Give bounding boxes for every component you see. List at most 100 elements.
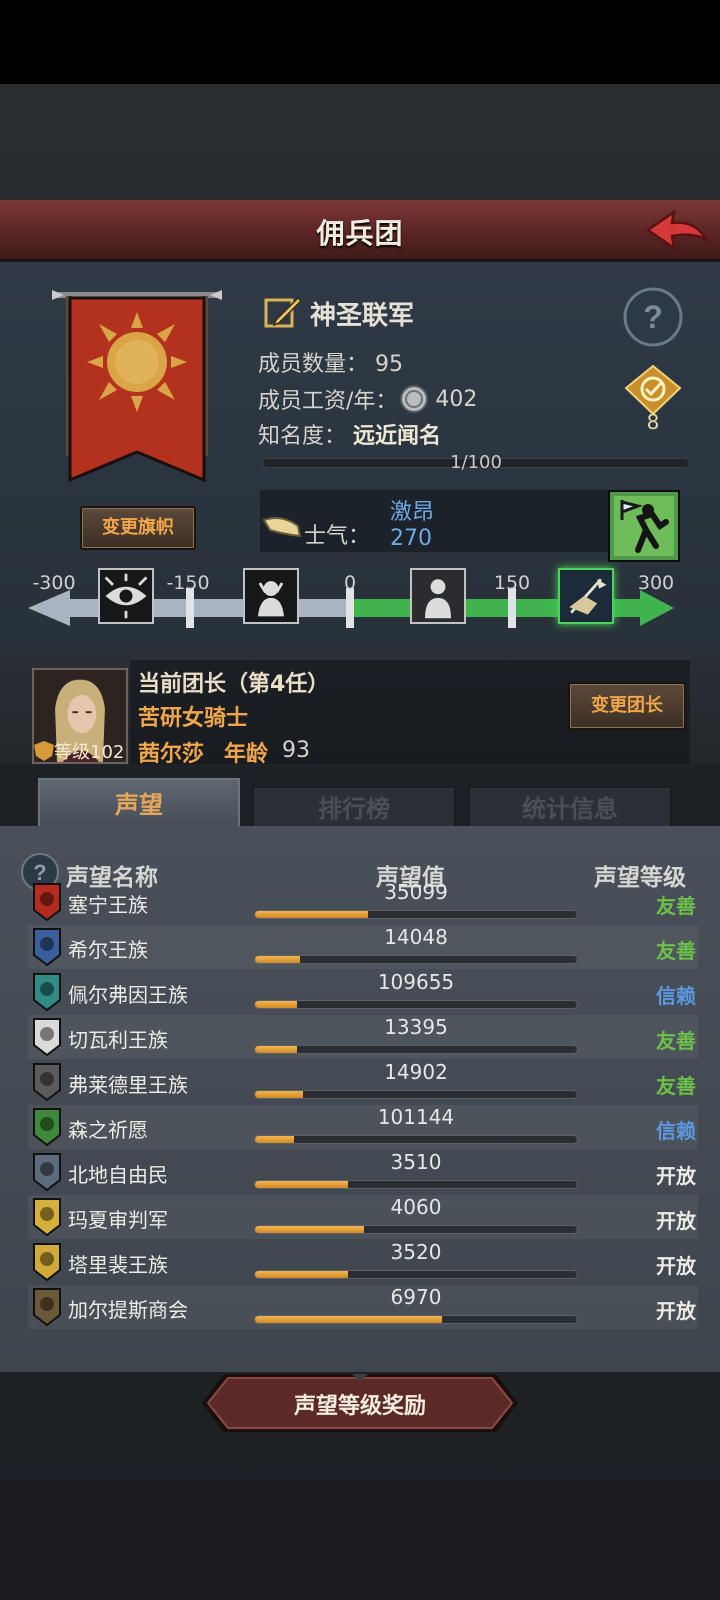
red-crest-icon bbox=[33, 883, 61, 922]
mask-crest-icon bbox=[33, 1063, 61, 1102]
reputation-row[interactable]: 弗莱德里王族 14902 友善 bbox=[28, 1060, 698, 1104]
members-value: 95 bbox=[375, 352, 404, 377]
faction-name: 弗莱德里王族 bbox=[68, 1073, 188, 1097]
reputation-level: 开放 bbox=[656, 1254, 696, 1278]
reputation-level: 信赖 bbox=[656, 984, 696, 1008]
level-shield-icon bbox=[34, 741, 54, 761]
reputation-value: 4060 bbox=[390, 1195, 442, 1219]
back-arrow-icon[interactable] bbox=[644, 206, 710, 256]
change-flag-button[interactable]: 变更旗帜 bbox=[80, 506, 196, 550]
moon-crest-icon bbox=[33, 973, 61, 1012]
reputation-progress-fill bbox=[255, 1046, 297, 1053]
reputation-row[interactable]: 加尔提斯商会 6970 开放 bbox=[28, 1285, 698, 1329]
reputation-row[interactable]: 森之祈愿 101144 信赖 bbox=[28, 1105, 698, 1149]
reputation-progress-fill bbox=[255, 1316, 442, 1323]
reputation-progress-bar bbox=[254, 1000, 578, 1009]
salary-label: 成员工资/年： bbox=[258, 389, 398, 414]
horns-crest-icon bbox=[33, 1153, 61, 1192]
tab-statistics[interactable]: 统计信息 bbox=[468, 786, 672, 828]
reputation-value: 13395 bbox=[384, 1015, 448, 1039]
tab-leaderboard[interactable]: 排行榜 bbox=[252, 786, 456, 828]
reputation-progress-bar bbox=[254, 955, 578, 964]
reputation-value: 14048 bbox=[384, 925, 448, 949]
reputation-progress-fill bbox=[255, 1271, 349, 1278]
cross-crest-icon bbox=[33, 1198, 61, 1237]
rename-pencil-icon[interactable] bbox=[264, 294, 302, 332]
morale-scale: -300 -150 0 150 300 bbox=[28, 568, 692, 646]
crown-crest-icon bbox=[33, 1243, 61, 1282]
rallying-soldier-icon[interactable] bbox=[558, 568, 614, 624]
rank-number: 8 bbox=[646, 410, 660, 434]
reputation-row[interactable]: 塞宁王族 35099 友善 bbox=[28, 880, 698, 924]
fame-row: 知名度： 远近闻名 bbox=[258, 418, 441, 450]
reputation-value: 3520 bbox=[390, 1240, 442, 1264]
faction-name: 切瓦利王族 bbox=[68, 1028, 168, 1052]
scale-tick-label: 0 bbox=[343, 572, 357, 594]
leader-level-text: 等级102 bbox=[54, 742, 125, 763]
reputation-value: 35099 bbox=[384, 880, 448, 904]
reputation-row[interactable]: 北地自由民 3510 开放 bbox=[28, 1150, 698, 1194]
reputation-progress-bar bbox=[254, 1045, 578, 1054]
morale-state: 激昂 bbox=[390, 500, 435, 525]
guild-name-row: 神圣联军 bbox=[264, 292, 414, 334]
fame-label: 知名度： bbox=[258, 424, 347, 449]
scale-tick-label: 300 bbox=[637, 572, 675, 594]
scale-tick-label: -150 bbox=[166, 572, 210, 594]
help-icon[interactable]: ? bbox=[622, 286, 684, 348]
silver-coin-icon bbox=[400, 385, 429, 413]
reward-button-label: 声望等级奖励 bbox=[293, 1394, 426, 1419]
leader-title: 当前团长（第4任） bbox=[138, 672, 330, 697]
tree-crest-icon bbox=[33, 1108, 61, 1147]
faction-name: 塔里裴王族 bbox=[68, 1253, 168, 1277]
morale-value: 270 bbox=[390, 526, 432, 551]
svg-text:?: ? bbox=[643, 299, 663, 335]
change-leader-button[interactable]: 变更团长 bbox=[568, 682, 686, 730]
guild-banner-flag bbox=[52, 290, 222, 483]
reputation-level: 开放 bbox=[656, 1209, 696, 1233]
scale-tick-label: 150 bbox=[493, 572, 531, 594]
reputation-row[interactable]: 希尔王族 14048 友善 bbox=[28, 925, 698, 969]
scales-crest-icon bbox=[33, 1018, 61, 1057]
chest-crest-icon bbox=[33, 1288, 61, 1327]
salary-row: 成员工资/年： 402 bbox=[258, 383, 477, 415]
reputation-value: 101144 bbox=[377, 1105, 455, 1129]
page-title: 佣兵团 bbox=[316, 217, 404, 250]
reputation-value: 14902 bbox=[384, 1060, 448, 1084]
reputation-value: 109655 bbox=[377, 970, 455, 994]
fame-progress-text: 1/100 bbox=[450, 452, 502, 473]
reputation-row[interactable]: 佩尔弗因王族 109655 信赖 bbox=[28, 970, 698, 1014]
salary-value: 402 bbox=[435, 386, 478, 412]
reputation-level: 开放 bbox=[656, 1164, 696, 1188]
leader-age-value: 93 bbox=[282, 738, 310, 763]
calm-figure-icon[interactable] bbox=[410, 568, 466, 624]
reputation-progress-bar bbox=[254, 1225, 578, 1234]
reputation-progress-fill bbox=[255, 1181, 349, 1188]
faction-name: 玛夏审判军 bbox=[68, 1208, 168, 1232]
evil-eye-icon[interactable] bbox=[98, 568, 154, 624]
reputation-row[interactable]: 切瓦利王族 13395 友善 bbox=[28, 1015, 698, 1059]
despair-figure-icon[interactable] bbox=[243, 568, 299, 624]
bottom-band bbox=[0, 1480, 720, 1600]
members-row: 成员数量： 95 bbox=[258, 346, 403, 378]
charging-warrior-icon[interactable] bbox=[608, 490, 680, 562]
reputation-progress-fill bbox=[255, 956, 301, 963]
status-bar bbox=[0, 0, 720, 84]
faction-name: 塞宁王族 bbox=[68, 893, 148, 917]
reputation-progress-bar bbox=[254, 1270, 578, 1279]
faction-name: 森之祈愿 bbox=[68, 1118, 148, 1142]
members-label: 成员数量： bbox=[258, 352, 369, 377]
reputation-value: 6970 bbox=[390, 1285, 442, 1309]
tab-reputation[interactable]: 声望 bbox=[38, 778, 240, 828]
morale-label: 士气： bbox=[304, 524, 371, 549]
reputation-row[interactable]: 玛夏审判军 4060 开放 bbox=[28, 1195, 698, 1239]
leader-class: 苦研女骑士 bbox=[138, 706, 249, 731]
faction-name: 北地自由民 bbox=[68, 1163, 168, 1187]
faction-name: 希尔王族 bbox=[68, 938, 148, 962]
faction-name: 加尔提斯商会 bbox=[68, 1298, 188, 1322]
faction-name: 佩尔弗因王族 bbox=[68, 983, 188, 1007]
reputation-progress-fill bbox=[255, 911, 368, 918]
leader-level-badge: 等级102 bbox=[34, 738, 124, 764]
reputation-row[interactable]: 塔里裴王族 3520 开放 bbox=[28, 1240, 698, 1284]
horn-icon bbox=[262, 517, 302, 538]
reputation-progress-bar bbox=[254, 1135, 578, 1144]
